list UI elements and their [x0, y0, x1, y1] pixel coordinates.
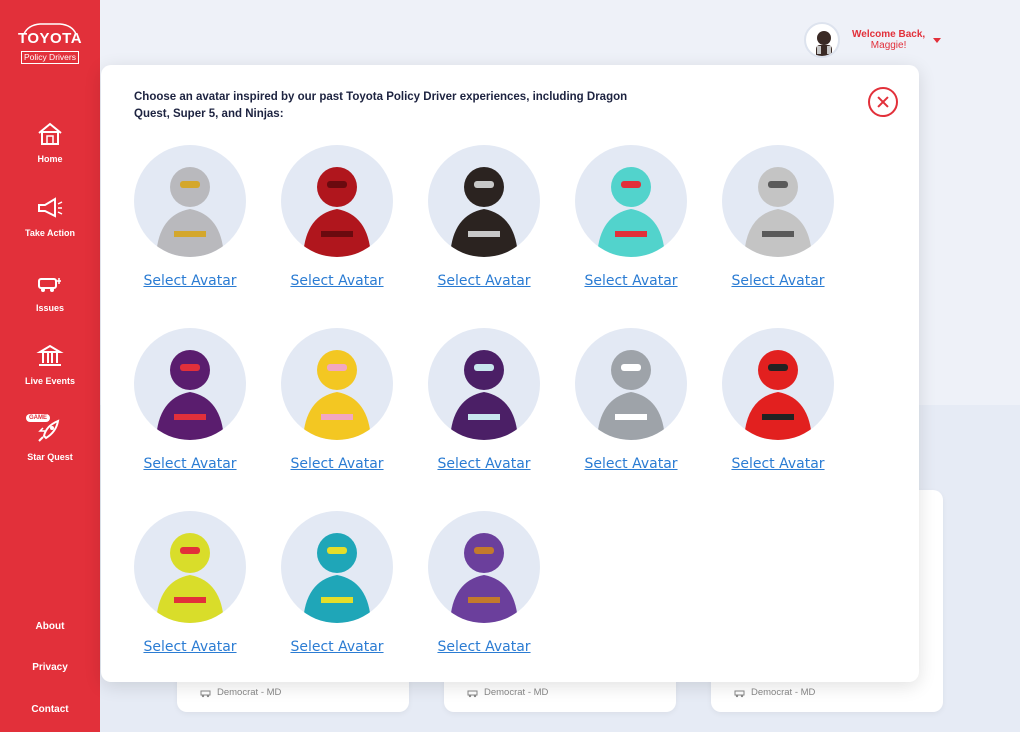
- crystal-villain-avatar[interactable]: [428, 328, 540, 440]
- sidebar-item-issues[interactable]: Issues: [0, 271, 100, 316]
- sidebar: TOYOTA Policy Drivers Home Take Action I…: [0, 0, 100, 732]
- purple-mage-avatar[interactable]: [134, 328, 246, 440]
- welcome-text: Welcome Back, Maggie!: [852, 29, 925, 51]
- footer-link-about[interactable]: About: [0, 621, 100, 632]
- game-badge: GAME: [26, 414, 50, 422]
- sidebar-item-label: Issues: [35, 303, 65, 313]
- select-avatar-link[interactable]: Select Avatar: [731, 273, 824, 289]
- select-avatar-link[interactable]: Select Avatar: [437, 456, 530, 472]
- select-avatar-link[interactable]: Select Avatar: [731, 456, 824, 472]
- user-avatar[interactable]: [804, 22, 840, 58]
- select-avatar-link[interactable]: Select Avatar: [584, 456, 677, 472]
- avatar-option[interactable]: Select Avatar: [428, 328, 540, 473]
- avatar-option[interactable]: Select Avatar: [281, 145, 393, 290]
- party-text: Democrat - MD: [484, 687, 549, 698]
- brand-sub: Policy Drivers: [21, 51, 79, 64]
- select-avatar-link[interactable]: Select Avatar: [143, 273, 236, 289]
- select-avatar-link[interactable]: Select Avatar: [437, 639, 530, 655]
- avatar-option[interactable]: Select Avatar: [281, 328, 393, 473]
- sidebar-item-label: Live Events: [24, 376, 76, 386]
- party-label: Democrat - MD: [200, 687, 281, 698]
- sidebar-item-label: Home: [37, 154, 63, 164]
- avatar-modal: Choose an avatar inspired by our past To…: [101, 65, 919, 682]
- chevron-down-icon[interactable]: [933, 37, 942, 43]
- sidebar-item-take-action[interactable]: Take Action: [0, 196, 100, 241]
- user-menu[interactable]: Welcome Back, Maggie!: [804, 22, 942, 58]
- sidebar-item-label: Star Quest: [27, 452, 73, 462]
- stone-golem-avatar[interactable]: [722, 145, 834, 257]
- modal-title: Choose an avatar inspired by our past To…: [134, 91, 628, 120]
- sidebar-item-live-events[interactable]: Live Events: [0, 344, 100, 389]
- purple-ninja-avatar[interactable]: [428, 511, 540, 623]
- teal-ninja-avatar[interactable]: [281, 511, 393, 623]
- megaphone-icon: [38, 197, 63, 218]
- avatar-option[interactable]: Select Avatar: [428, 145, 540, 290]
- brain-robot-avatar[interactable]: [281, 328, 393, 440]
- footer-link-contact[interactable]: Contact: [0, 704, 100, 715]
- welcome-label: Welcome Back,: [852, 29, 926, 40]
- select-avatar-link[interactable]: Select Avatar: [290, 273, 383, 289]
- party-label: Democrat - MD: [734, 687, 815, 698]
- avatar-option[interactable]: Select Avatar: [134, 145, 246, 290]
- avatar-option[interactable]: Select Avatar: [575, 145, 687, 290]
- car-icon: [200, 690, 211, 697]
- yellow-ninja-avatar[interactable]: [134, 511, 246, 623]
- avatar-option[interactable]: Select Avatar: [281, 511, 393, 656]
- avatar-option[interactable]: Select Avatar: [722, 328, 834, 473]
- close-button[interactable]: [868, 87, 898, 117]
- car-plug-icon: [38, 278, 61, 292]
- sidebar-item-home[interactable]: Home: [0, 122, 100, 167]
- car-icon: [467, 690, 478, 697]
- warrior-avatar[interactable]: [428, 145, 540, 257]
- dragon-avatar[interactable]: [281, 145, 393, 257]
- brand-name: TOYOTA: [17, 30, 83, 47]
- toyota-logo[interactable]: TOYOTA Policy Drivers: [14, 22, 86, 70]
- car-icon: [734, 690, 745, 697]
- party-text: Democrat - MD: [751, 687, 816, 698]
- home-icon: [38, 122, 62, 145]
- party-label: Democrat - MD: [467, 687, 548, 698]
- gray-ninja-avatar[interactable]: [575, 328, 687, 440]
- avatar-option[interactable]: Select Avatar: [134, 328, 246, 473]
- avatar-option[interactable]: Select Avatar: [428, 511, 540, 656]
- avatar-option[interactable]: Select Avatar: [134, 511, 246, 656]
- select-avatar-link[interactable]: Select Avatar: [143, 456, 236, 472]
- user-name: Maggie!: [870, 40, 907, 51]
- select-avatar-link[interactable]: Select Avatar: [290, 639, 383, 655]
- sidebar-item-star-quest[interactable]: GAME Star Quest: [0, 414, 100, 465]
- knight-avatar[interactable]: [134, 145, 246, 257]
- select-avatar-link[interactable]: Select Avatar: [143, 639, 236, 655]
- sidebar-item-label: Take Action: [24, 228, 75, 238]
- avatar-option[interactable]: Select Avatar: [722, 145, 834, 290]
- footer-link-privacy[interactable]: Privacy: [0, 662, 100, 673]
- select-avatar-link[interactable]: Select Avatar: [584, 273, 677, 289]
- capitol-icon: [36, 344, 64, 366]
- party-text: Democrat - MD: [217, 687, 282, 698]
- avatar-option[interactable]: Select Avatar: [575, 328, 687, 473]
- red-ninja-avatar[interactable]: [722, 328, 834, 440]
- select-avatar-link[interactable]: Select Avatar: [290, 456, 383, 472]
- teal-hero-avatar[interactable]: [575, 145, 687, 257]
- select-avatar-link[interactable]: Select Avatar: [437, 273, 530, 289]
